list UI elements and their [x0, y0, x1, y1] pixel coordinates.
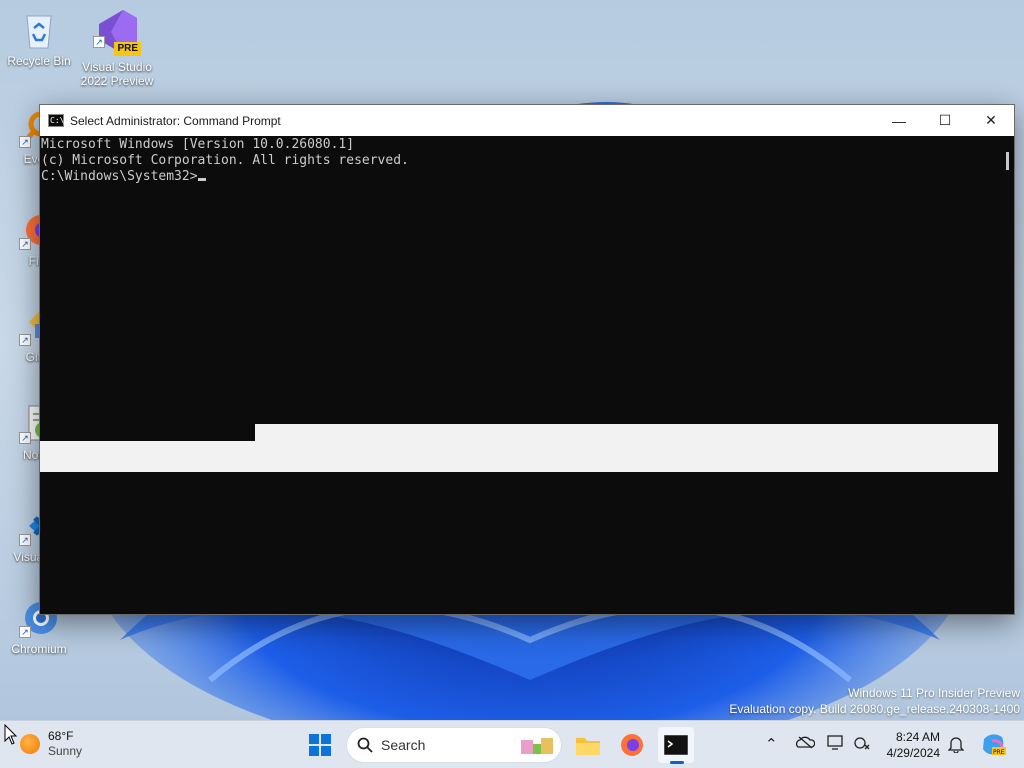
file-explorer-icon [576, 738, 600, 755]
start-icon [309, 734, 331, 756]
console-prompt: C:\Windows\System32> [41, 169, 198, 184]
console-line: (c) Microsoft Corporation. All rights re… [41, 153, 409, 168]
display-button[interactable] [827, 735, 845, 755]
command-prompt-window[interactable]: C:\ Select Administrator: Command Prompt… [39, 104, 1015, 615]
active-app-indicator [670, 761, 684, 764]
show-hidden-icons-button[interactable]: ⌃ [765, 735, 778, 753]
maximize-button[interactable]: ☐ [922, 105, 968, 136]
bell-icon [947, 737, 965, 754]
close-button[interactable]: ✕ [968, 105, 1014, 136]
svg-text:PRE: PRE [993, 749, 1005, 756]
onedrive-icon [795, 736, 816, 749]
shortcut-arrow-icon: ↗ [19, 534, 31, 546]
copilot-pre-icon: PRE [983, 734, 1006, 756]
selection-highlight [255, 424, 999, 441]
sun-icon [20, 734, 40, 754]
taskbar-firefox[interactable] [614, 727, 650, 763]
search-label: Search [381, 737, 426, 753]
search-icon [357, 737, 373, 753]
recycle-bin-icon [19, 10, 59, 50]
weather-temp: 68°F [48, 729, 74, 743]
command-prompt-icon: C:\ [48, 114, 65, 127]
window-title: Select Administrator: Command Prompt [70, 113, 281, 128]
shortcut-arrow-icon: ↗ [19, 136, 31, 148]
evaluation-watermark: Windows 11 Pro Insider Preview Evaluatio… [729, 685, 1020, 717]
title-bar[interactable]: C:\ Select Administrator: Command Prompt… [40, 105, 1014, 136]
desktop-icon-recycle-bin[interactable]: Recycle Bin [0, 10, 78, 68]
close-icon: ✕ [985, 112, 997, 128]
chevron-up-icon: ⌃ [765, 736, 778, 753]
taskbar-clock[interactable]: 8:24 AM 4/29/2024 [878, 729, 940, 761]
terminal-icon [664, 735, 688, 755]
text-cursor [197, 178, 206, 181]
desktop-icon-label: Visual Studio 2022 Preview [80, 60, 154, 88]
shortcut-arrow-icon: ↗ [19, 432, 31, 444]
weather-condition: Sunny [48, 744, 83, 758]
minimize-icon: — [892, 112, 906, 129]
shortcut-arrow-icon: ↗ [19, 334, 31, 346]
taskbar-search[interactable]: Search [346, 727, 562, 763]
desktop-icon-label: Recycle Bin [7, 54, 71, 68]
clock-date: 4/29/2024 [886, 746, 940, 760]
pre-badge: PRE [114, 42, 141, 56]
firefox-icon [621, 734, 643, 756]
maximize-icon: ☐ [938, 112, 952, 128]
start-button[interactable] [302, 727, 338, 763]
watermark-line: Windows 11 Pro Insider Preview [848, 686, 1020, 700]
desktop-icon-label: Chromium [11, 642, 67, 656]
network-button[interactable] [853, 735, 871, 755]
weather-widget[interactable]: 68°F Sunny [20, 729, 82, 759]
taskbar: 68°F Sunny Search ⌃ 8:24 AM 4/29/2024 PR… [0, 720, 1024, 768]
network-icon [854, 737, 870, 750]
scrollbar-thumb[interactable] [1006, 152, 1009, 170]
mouse-pointer-icon [4, 724, 18, 745]
taskbar-terminal[interactable] [658, 727, 694, 763]
taskbar-file-explorer[interactable] [570, 727, 606, 763]
display-icon [827, 735, 843, 750]
minimize-button[interactable]: — [876, 105, 922, 136]
console-output[interactable]: Microsoft Windows [Version 10.0.26080.1]… [40, 136, 998, 614]
selection-highlight [40, 441, 999, 472]
shortcut-arrow-icon: ↗ [93, 36, 105, 48]
notifications-button[interactable] [947, 735, 965, 757]
shortcut-arrow-icon: ↗ [19, 238, 31, 250]
shortcut-arrow-icon: ↗ [19, 626, 31, 638]
copilot-button[interactable]: PRE [980, 731, 1006, 761]
console-line: Microsoft Windows [Version 10.0.26080.1] [41, 137, 355, 152]
watermark-line: Evaluation copy. Build 26080.ge_release.… [729, 702, 1020, 716]
vertical-scrollbar[interactable] [998, 136, 1014, 614]
console-prompt-line: C:\Windows\System32> [41, 169, 998, 185]
clock-time: 8:24 AM [895, 730, 940, 744]
onedrive-button[interactable] [795, 735, 816, 753]
visual-studio-icon: ↗ PRE [93, 8, 141, 56]
desktop-icon-visual-studio[interactable]: ↗ PRE Visual Studio 2022 Preview [78, 8, 156, 88]
search-highlight-icon [521, 738, 553, 754]
